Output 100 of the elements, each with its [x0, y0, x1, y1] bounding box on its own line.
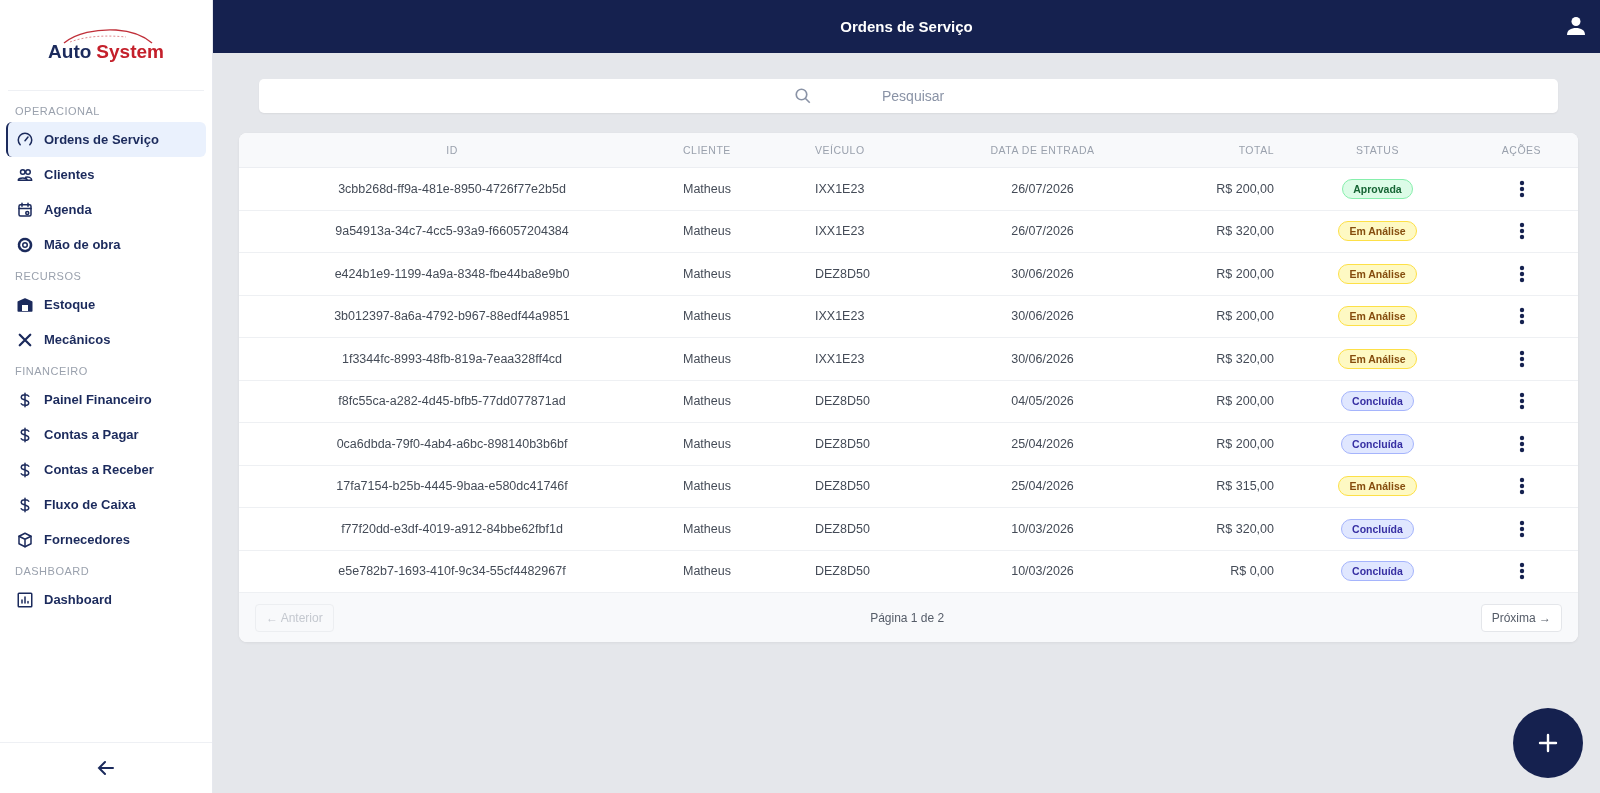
- table-cell: IXX1E23: [815, 351, 865, 366]
- table-cell: 3b012397-8a6a-4792-b967-88edf44a9851: [334, 309, 570, 324]
- table-cell: Matheus: [683, 521, 731, 536]
- table-cell: 30/06/2026: [1011, 351, 1074, 366]
- table-cell: 0ca6dbda-79f0-4ab4-a6bc-898140b3b6bf: [336, 436, 568, 451]
- page-title: Ordens de Serviço: [840, 18, 973, 35]
- table-cell: DEZ8D50: [815, 436, 870, 451]
- table-cell: 30/06/2026: [1011, 309, 1074, 324]
- status-badge: Concluída: [1341, 391, 1414, 412]
- table-cell: IXX1E23: [815, 309, 865, 324]
- table-cell: DEZ8D50: [815, 479, 870, 494]
- section-heading: FINANCEIRO: [14, 364, 89, 379]
- calendar-icon: [16, 200, 34, 219]
- table-cell: Matheus: [683, 266, 731, 281]
- table-cell: 26/07/2026: [1011, 181, 1074, 196]
- status-badge: Em Análise: [1338, 221, 1417, 242]
- status-badge: Concluída: [1341, 561, 1414, 582]
- table-cell: Matheus: [683, 564, 731, 579]
- table-cell: IXX1E23: [815, 224, 865, 239]
- table-cell: 25/04/2026: [1011, 436, 1074, 451]
- more-options-icon[interactable]: [1518, 264, 1525, 283]
- more-options-icon[interactable]: [1518, 434, 1525, 453]
- table-cell: R$ 200,00: [1216, 436, 1274, 451]
- table-cell: 10/03/2026: [1011, 564, 1074, 579]
- sidebar-item[interactable]: Agenda: [6, 192, 206, 227]
- search-field[interactable]: Pesquisar: [259, 79, 1558, 113]
- table-cell: 3cbb268d-ff9a-481e-8950-4726f77e2b5d: [338, 181, 566, 196]
- table-cell: Matheus: [683, 309, 731, 324]
- table-cell: Matheus: [683, 479, 731, 494]
- sidebar-item[interactable]: Fluxo de Caixa: [6, 487, 206, 522]
- user-icon[interactable]: [1566, 16, 1586, 36]
- column-header: VEÍCULO: [814, 144, 866, 156]
- more-options-icon[interactable]: [1518, 179, 1525, 198]
- box-icon: [16, 530, 34, 549]
- table-cell: 1f3344fc-8993-48fb-819a-7eaa328ff4cd: [341, 351, 563, 366]
- sidebar-item[interactable]: Painel Financeiro: [6, 382, 206, 417]
- logo-text: System: [96, 41, 164, 63]
- table-cell: R$ 200,00: [1216, 394, 1274, 409]
- table-cell: R$ 315,00: [1216, 479, 1274, 494]
- table-cell: 30/06/2026: [1011, 266, 1074, 281]
- status-badge: Concluída: [1341, 518, 1414, 539]
- more-options-icon[interactable]: [1518, 477, 1525, 496]
- table-cell: 26/07/2026: [1011, 224, 1074, 239]
- sidebar-item[interactable]: Mão de obra: [6, 227, 206, 262]
- table-cell: Matheus: [683, 181, 731, 196]
- column-header: AÇÕES: [1500, 144, 1543, 156]
- table-cell: 04/05/2026: [1011, 394, 1074, 409]
- warehouse-icon: [16, 295, 34, 314]
- section-heading: DASHBOARD: [14, 564, 91, 579]
- section-heading: RECURSOS: [14, 269, 83, 284]
- table-cell: f8fc55ca-a282-4d45-bfb5-77dd077871ad: [338, 394, 566, 409]
- status-badge: Concluída: [1341, 433, 1414, 454]
- table-cell: IXX1E23: [815, 181, 865, 196]
- table-cell: R$ 320,00: [1216, 521, 1274, 536]
- status-badge: Em Análise: [1338, 476, 1417, 497]
- more-options-icon[interactable]: [1518, 392, 1525, 411]
- more-options-icon[interactable]: [1518, 349, 1525, 368]
- collapse-arrow-icon[interactable]: [97, 760, 115, 776]
- table-cell: Matheus: [683, 394, 731, 409]
- sidebar-item[interactable]: Clientes: [6, 157, 206, 192]
- more-options-icon[interactable]: [1518, 562, 1525, 581]
- table-cell: R$ 200,00: [1216, 181, 1274, 196]
- table-cell: 10/03/2026: [1011, 521, 1074, 536]
- sidebar-item[interactable]: Contas a Pagar: [6, 417, 206, 452]
- table-cell: e5e782b7-1693-410f-9c34-55cf4482967f: [338, 564, 566, 579]
- table-cell: DEZ8D50: [815, 564, 870, 579]
- sidebar-item[interactable]: Mecânicos: [6, 322, 206, 357]
- status-badge: Em Análise: [1338, 348, 1417, 369]
- more-options-icon[interactable]: [1518, 307, 1525, 326]
- table-cell: 25/04/2026: [1011, 479, 1074, 494]
- column-header: DATA DE ENTRADA: [989, 144, 1096, 156]
- table-cell: DEZ8D50: [815, 521, 870, 536]
- next-button[interactable]: Próxima →: [1480, 603, 1562, 632]
- table-cell: Matheus: [683, 224, 731, 239]
- table-cell: R$ 320,00: [1216, 351, 1274, 366]
- more-options-icon[interactable]: [1518, 222, 1525, 241]
- column-header: STATUS: [1355, 144, 1400, 156]
- search-icon: [794, 87, 812, 105]
- more-options-icon[interactable]: [1518, 519, 1525, 538]
- table-cell: e424b1e9-1199-4a9a-8348-fbe44ba8e9b0: [334, 266, 570, 281]
- status-badge: Aprovada: [1342, 178, 1413, 199]
- logo-text: Auto: [48, 41, 92, 63]
- table-cell: R$ 320,00: [1216, 224, 1274, 239]
- status-badge: Em Análise: [1338, 263, 1417, 284]
- table-cell: DEZ8D50: [815, 266, 870, 281]
- sidebar-item[interactable]: Estoque: [6, 287, 206, 322]
- table-cell: Matheus: [683, 351, 731, 366]
- table-cell: R$ 200,00: [1216, 266, 1274, 281]
- table-cell: Matheus: [683, 436, 731, 451]
- sidebar-item[interactable]: Dashboard: [6, 582, 206, 617]
- table-cell: f77f20dd-e3df-4019-a912-84bbe62fbf1d: [341, 521, 563, 536]
- sidebar-item[interactable]: Ordens de Serviço: [6, 122, 206, 157]
- table-cell: R$ 0,00: [1230, 564, 1274, 579]
- sidebar-item[interactable]: Fornecedores: [6, 522, 206, 557]
- table-cell: 17fa7154-b25b-4445-9baa-e580dc41746f: [336, 479, 568, 494]
- sidebar-item[interactable]: Contas a Receber: [6, 452, 206, 487]
- table-cell: R$ 200,00: [1216, 309, 1274, 324]
- column-header: CLIENTE: [682, 144, 732, 156]
- section-heading: OPERACIONAL: [14, 104, 101, 119]
- chart-icon: [16, 590, 34, 609]
